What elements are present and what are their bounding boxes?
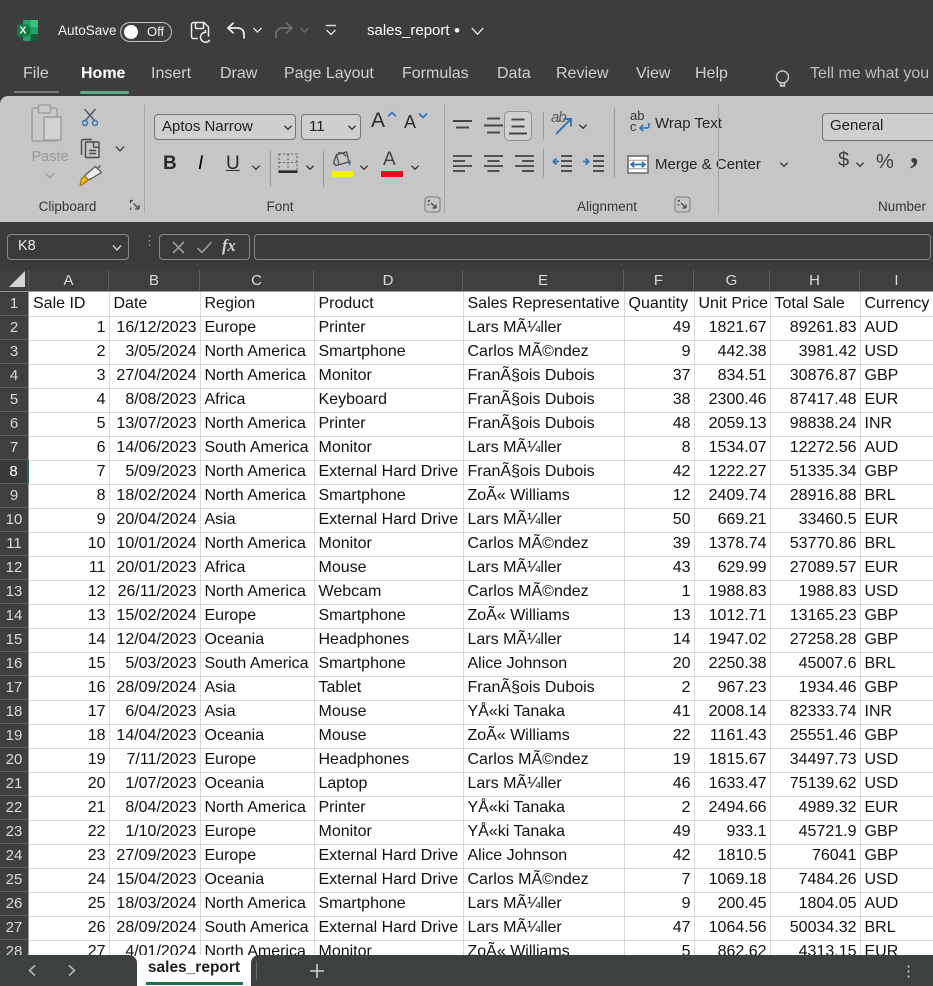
svg-text:X: X (20, 26, 27, 37)
